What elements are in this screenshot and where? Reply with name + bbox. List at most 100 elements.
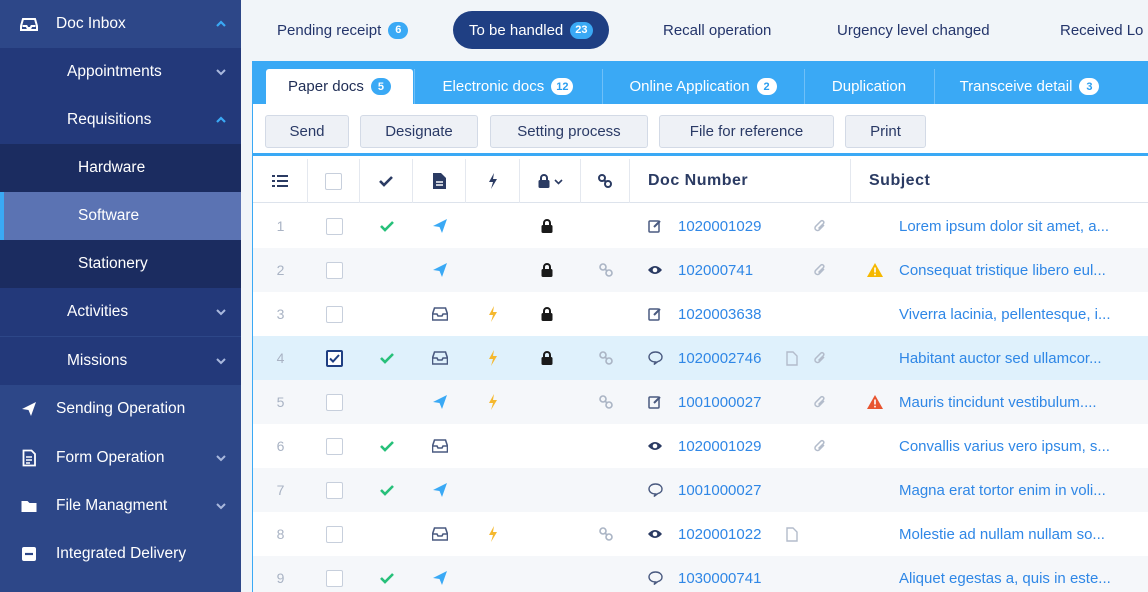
tab-duplication[interactable]: Duplication <box>804 69 933 104</box>
row-checkbox[interactable] <box>325 393 343 411</box>
column-header-type[interactable] <box>413 159 466 203</box>
column-header-doc-number[interactable]: Doc Number <box>630 159 851 203</box>
subject-link[interactable]: Aliquet egestas a, quis in este... <box>899 556 1148 592</box>
chevron-down-icon <box>215 500 227 512</box>
table-row-selected[interactable]: 4 1020002746 Habitant auctor sed ullamco… <box>253 336 1148 380</box>
check-icon <box>379 352 394 364</box>
row-checkbox[interactable] <box>325 525 343 543</box>
tab-transceive-detail[interactable]: Transceive detail 3 <box>934 69 1124 104</box>
tab-urgency-level-changed[interactable]: Urgency level changed <box>837 11 990 49</box>
inbox-icon <box>20 15 38 33</box>
count-badge: 2 <box>756 78 777 95</box>
tab-label: Recall operation <box>663 21 772 39</box>
table-row[interactable]: 5 1001000027 Mauris tincidunt vestibulum… <box>253 380 1148 424</box>
table-row[interactable]: 6 1020001029 Convallis varius vero ipsum… <box>253 424 1148 468</box>
row-checkbox[interactable] <box>325 437 343 455</box>
chevron-down-icon <box>215 66 227 78</box>
doc-number-link[interactable]: 1030000741 <box>678 556 808 592</box>
doc-number-link[interactable]: 1001000027 <box>678 380 808 424</box>
table-row[interactable]: 7 1001000027 Magna erat tortor enim in v… <box>253 468 1148 512</box>
doc-number-link[interactable]: 1020003638 <box>678 292 808 336</box>
file-for-reference-button[interactable]: File for reference <box>659 115 834 148</box>
sidebar-item-label: File Managment <box>56 497 168 514</box>
table-row[interactable]: 1 1020001029 Lorem ipsum dolor sit amet,… <box>253 204 1148 248</box>
row-number: 3 <box>276 306 285 322</box>
sidebar-item-appointments[interactable]: Appointments <box>0 48 241 96</box>
setting-process-button[interactable]: Setting process <box>490 115 648 148</box>
tab-to-be-handled[interactable]: To be handled 23 <box>453 11 609 49</box>
sidebar-item-label: Form Operation <box>56 449 165 466</box>
subject-link[interactable]: Viverra lacinia, pellentesque, i... <box>899 292 1148 336</box>
sidebar-item-file-management[interactable]: File Managment <box>0 482 241 530</box>
column-header-status[interactable] <box>360 159 413 203</box>
column-header-lock[interactable] <box>520 159 581 203</box>
row-checkbox[interactable] <box>325 261 343 279</box>
file-icon <box>786 526 798 542</box>
column-header-subject[interactable]: Subject <box>851 159 1148 203</box>
column-header-urgency[interactable] <box>466 159 520 203</box>
column-header-select[interactable] <box>308 159 360 203</box>
table-row[interactable]: 9 1030000741 Aliquet egestas a, quis in … <box>253 556 1148 592</box>
select-all-checkbox[interactable] <box>325 172 342 190</box>
print-button[interactable]: Print <box>845 115 926 148</box>
designate-button[interactable]: Designate <box>360 115 478 148</box>
paperclip-icon <box>813 395 827 409</box>
subject-link[interactable]: Magna erat tortor enim in voli... <box>899 468 1148 512</box>
subject-link[interactable]: Habitant auctor sed ullamcor... <box>899 336 1148 380</box>
sidebar-item-doc-inbox[interactable]: Doc Inbox <box>0 0 241 48</box>
tab-recall-operation[interactable]: Recall operation <box>663 11 771 49</box>
inbox-icon <box>431 527 448 541</box>
doc-number-link[interactable]: 102000741 <box>678 248 808 292</box>
tab-received-log[interactable]: Received Lo <box>1060 11 1143 49</box>
sidebar-item-form-operation[interactable]: Form Operation <box>0 434 241 482</box>
tab-label: Paper docs <box>288 78 364 95</box>
doc-number-link[interactable]: 1020001029 <box>678 204 808 248</box>
chevron-down-icon <box>215 452 227 464</box>
subject-link[interactable]: Consequat tristique libero eul... <box>899 248 1148 292</box>
sidebar-item-stationery[interactable]: Stationery <box>0 240 241 288</box>
paper-plane-icon <box>432 262 448 278</box>
tab-online-application[interactable]: Online Application 2 <box>602 69 803 104</box>
sidebar-item-software[interactable]: Software <box>0 192 241 240</box>
tab-electronic-docs[interactable]: Electronic docs 12 <box>414 69 601 104</box>
doc-number-link[interactable]: 1001000027 <box>678 468 808 512</box>
document-panel: Paper docs 5 Electronic docs 12 Online A… <box>252 61 1148 592</box>
row-checkbox[interactable] <box>325 217 343 235</box>
table-row[interactable]: 8 1020001022 Molestie ad nullam nullam s… <box>253 512 1148 556</box>
sidebar-item-activities[interactable]: Activities <box>0 288 241 336</box>
subject-link[interactable]: Mauris tincidunt vestibulum.... <box>899 380 1148 424</box>
lock-icon <box>541 307 553 321</box>
doc-number-link[interactable]: 1020001029 <box>678 424 808 468</box>
inbox-icon <box>431 351 448 365</box>
status-tabs: Pending receipt 6 To be handled 23 Recal… <box>241 0 1148 60</box>
lightning-icon <box>488 173 498 189</box>
sidebar-item-integrated-delivery[interactable]: Integrated Delivery <box>0 530 241 578</box>
doc-number-link[interactable]: 1020002746 <box>678 336 774 380</box>
table-row[interactable]: 3 1020003638 Viverra lacinia, pellentesq… <box>253 292 1148 336</box>
subject-link[interactable]: Molestie ad nullam nullam so... <box>899 512 1148 556</box>
link-icon <box>598 394 614 410</box>
send-button[interactable]: Send <box>265 115 349 148</box>
paperclip-icon <box>813 263 827 277</box>
row-checkbox[interactable] <box>325 305 343 323</box>
row-checkbox-checked[interactable] <box>325 349 343 367</box>
subject-link[interactable]: Lorem ipsum dolor sit amet, a... <box>899 204 1148 248</box>
column-header-index[interactable] <box>253 159 308 203</box>
row-checkbox[interactable] <box>325 569 343 587</box>
column-header-link[interactable] <box>581 159 630 203</box>
paper-plane-icon <box>20 400 38 418</box>
tab-pending-receipt[interactable]: Pending receipt 6 <box>277 11 409 49</box>
sidebar-item-label: Software <box>78 207 140 224</box>
count-badge: 6 <box>388 21 409 39</box>
subject-link[interactable]: Convallis varius vero ipsum, s... <box>899 424 1148 468</box>
table-row[interactable]: 2 102000741 Consequat tristique libero e… <box>253 248 1148 292</box>
sidebar-item-requisitions[interactable]: Requisitions <box>0 96 241 144</box>
sidebar-item-missions[interactable]: Missions <box>0 337 241 385</box>
sidebar-item-sending-operation[interactable]: Sending Operation <box>0 385 241 433</box>
doc-number-link[interactable]: 1020001022 <box>678 512 774 556</box>
document-icon <box>432 173 446 189</box>
tab-paper-docs[interactable]: Paper docs 5 <box>266 69 413 104</box>
row-checkbox[interactable] <box>325 481 343 499</box>
sidebar-item-hardware[interactable]: Hardware <box>0 144 241 192</box>
tab-label: Received Lo <box>1060 21 1144 39</box>
